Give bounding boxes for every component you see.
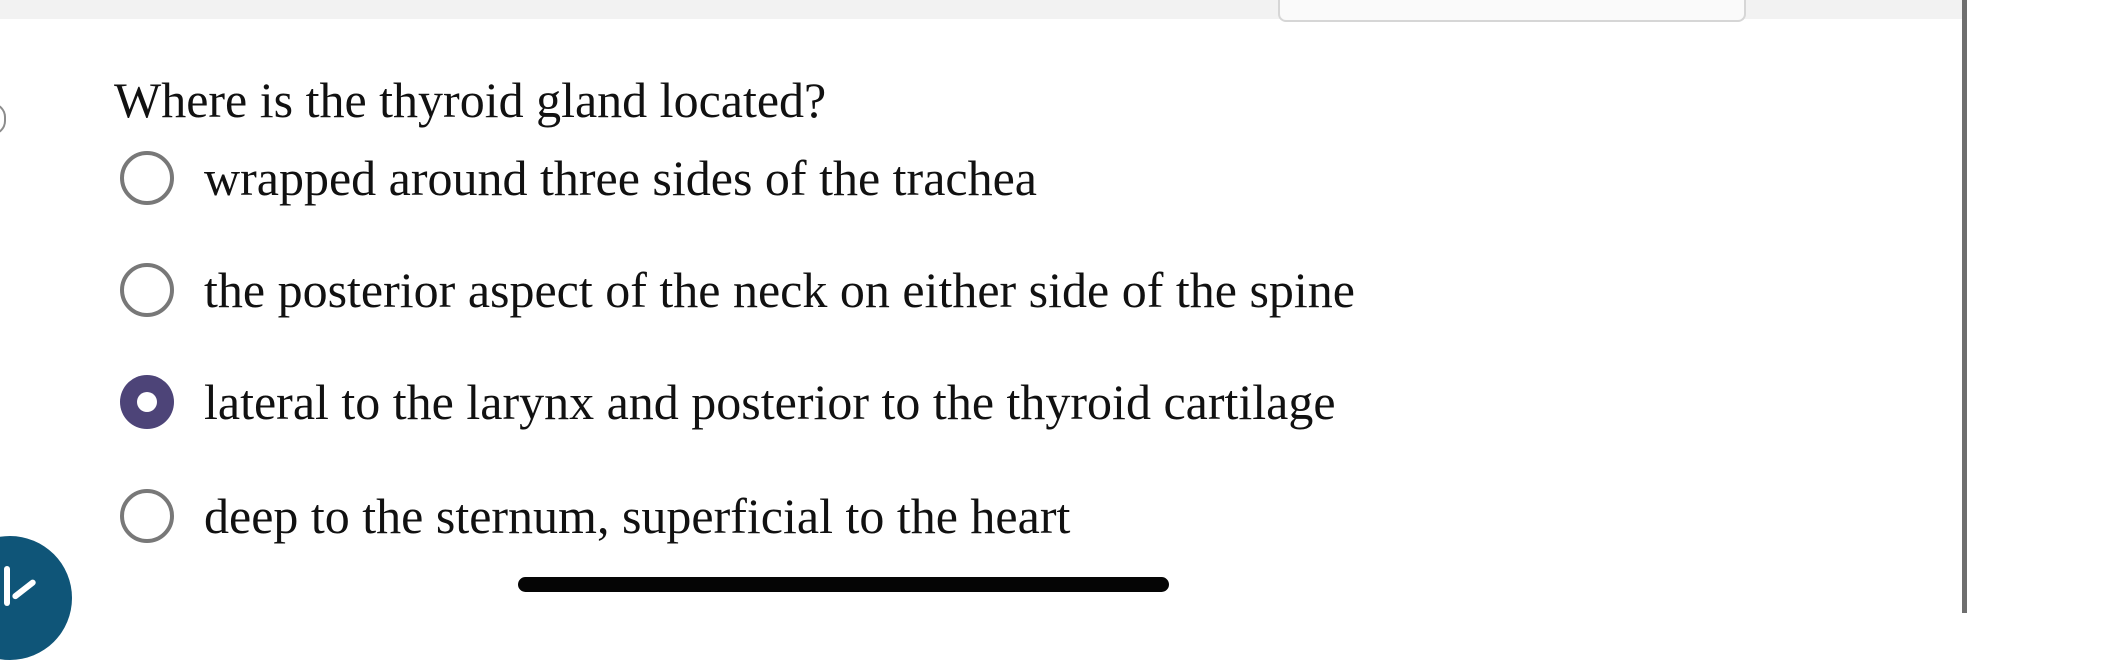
- answer-option-1[interactable]: wrapped around three sides of the trache…: [120, 143, 1037, 213]
- collapse-arrow-icon: [0, 566, 45, 611]
- answer-option-label: deep to the sternum, superficial to the …: [204, 488, 1071, 544]
- answer-option-3[interactable]: lateral to the larynx and posterior to t…: [120, 367, 1336, 437]
- answer-option-label: wrapped around three sides of the trache…: [204, 150, 1037, 206]
- home-indicator[interactable]: [518, 577, 1169, 592]
- answer-option-2[interactable]: the posterior aspect of the neck on eith…: [120, 255, 1355, 325]
- toolbar-tab[interactable]: [1278, 0, 1746, 22]
- answer-option-label: lateral to the larynx and posterior to t…: [204, 374, 1336, 430]
- radio-button-unselected[interactable]: [120, 489, 174, 543]
- radio-button-selected[interactable]: [120, 375, 174, 429]
- top-toolbar: [0, 0, 1962, 22]
- partial-left-control: [0, 103, 6, 135]
- question-text: Where is the thyroid gland located?: [114, 72, 827, 128]
- answer-option-label: the posterior aspect of the neck on eith…: [204, 262, 1356, 318]
- radio-button-unselected[interactable]: [120, 263, 174, 317]
- answer-option-4[interactable]: deep to the sternum, superficial to the …: [120, 481, 1070, 551]
- right-scrollbar-track: [1962, 0, 1967, 613]
- floating-action-button[interactable]: [0, 536, 72, 660]
- radio-button-unselected[interactable]: [120, 151, 174, 205]
